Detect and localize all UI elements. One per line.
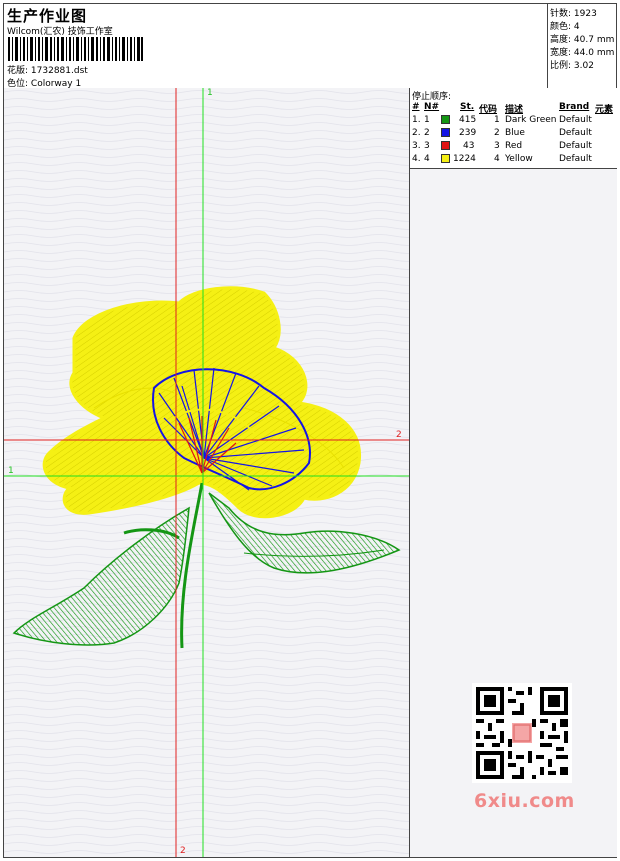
color-swatch-red [441, 141, 450, 150]
row-n: 3 [424, 141, 430, 151]
stat-value: 1923 [573, 9, 597, 19]
stat-value: 40.7 mm [573, 35, 615, 45]
color-swatch-yellow [441, 154, 450, 163]
stats-panel: 针数: 1923 颜色: 4 高度: 40.7 mm 宽度: 44.0 mm 比… [547, 4, 617, 88]
row-desc: Yellow [505, 154, 533, 164]
row-stitches: 1224 [453, 154, 476, 164]
table-row[interactable]: 3. 3 43 3 Red Default [410, 141, 617, 154]
stat-value: 3.02 [573, 61, 594, 71]
stat-value: 44.0 mm [573, 48, 615, 58]
page-title: 生产作业图 [7, 7, 88, 25]
col-header-code: 代码 [479, 105, 498, 115]
axis-label-green-h: 1 [8, 466, 14, 476]
col-header-brand: Brand [559, 102, 590, 112]
row-brand: Default [559, 115, 592, 125]
axis-label-red-h: 2 [396, 430, 402, 440]
stat-height: 高度: 40.7 mm [550, 32, 614, 45]
row-code: 4 [494, 154, 500, 164]
header: 生产作业图 Wilcom(汇农) 技饰工作室 花版: 1732881.dst 色… [4, 4, 616, 89]
stat-width: 宽度: 44.0 mm [550, 45, 614, 58]
row-desc: Red [505, 141, 523, 151]
stat-label: 颜色: [550, 22, 572, 32]
design-file-line: 花版: 1732881.dst [7, 63, 88, 76]
barcode [8, 37, 143, 61]
row-n: 1 [424, 115, 430, 125]
row-num: 2. [412, 128, 421, 138]
embroidery-preview [4, 88, 409, 857]
stat-label: 高度: [550, 35, 572, 45]
row-brand: Default [559, 141, 592, 151]
row-desc: Blue [505, 128, 525, 138]
row-code: 3 [494, 141, 500, 151]
qr-code [472, 683, 572, 783]
color-swatch-dark-green [441, 115, 450, 124]
row-num: 3. [412, 141, 421, 151]
stat-stitches: 针数: 1923 [550, 6, 597, 19]
row-code: 2 [494, 128, 500, 138]
stat-label: 宽度: [550, 48, 572, 58]
col-header-stitches: St. [460, 102, 475, 112]
row-code: 1 [494, 115, 500, 125]
row-brand: Default [559, 154, 592, 164]
col-header-num: # [412, 102, 420, 112]
row-n: 2 [424, 128, 430, 138]
company-name: Wilcom(汇农) 技饰工作室 [7, 27, 113, 37]
row-stitches: 43 [463, 141, 475, 151]
stat-label: 比例: [550, 61, 572, 71]
col-header-n: N# [424, 102, 440, 112]
design-file-name: 1732881.dst [30, 66, 88, 76]
watermark-logo[interactable]: 6xiu.com [474, 790, 575, 812]
row-num: 1. [412, 115, 421, 125]
table-row[interactable]: 4. 4 1224 4 Yellow Default [410, 154, 617, 167]
stat-value: 4 [573, 22, 580, 32]
row-brand: Default [559, 128, 592, 138]
row-n: 4 [424, 154, 430, 164]
stop-sequence-table: 停止顺序: # N# St. 代码 描述 Brand 元素 1. 1 415 1… [410, 88, 617, 169]
stat-label: 针数: [550, 9, 572, 19]
stop-sequence-title: 停止顺序: [412, 92, 452, 102]
col-header-desc: 描述 [505, 105, 524, 115]
stat-colors: 颜色: 4 [550, 19, 580, 32]
table-row[interactable]: 2. 2 239 2 Blue Default [410, 128, 617, 141]
row-stitches: 239 [459, 128, 477, 138]
axis-label-red-v: 2 [180, 846, 186, 856]
row-stitches: 415 [459, 115, 477, 125]
col-header-element: 元素 [595, 105, 614, 115]
design-file-label: 花版: [7, 66, 29, 76]
axis-label-green-v: 1 [207, 88, 213, 98]
row-desc: Dark Green [505, 115, 557, 125]
row-num: 4. [412, 154, 421, 164]
color-swatch-blue [441, 128, 450, 137]
table-row[interactable]: 1. 1 415 1 Dark Green Default [410, 115, 617, 128]
design-canvas[interactable]: 1 1 2 2 [4, 88, 409, 857]
stat-scale: 比例: 3.02 [550, 58, 594, 71]
